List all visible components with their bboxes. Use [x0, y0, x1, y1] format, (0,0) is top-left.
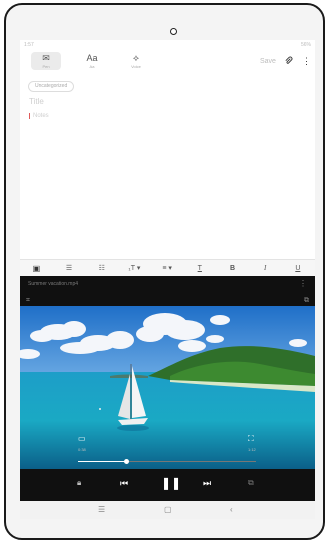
more-options-icon[interactable]: ⋮: [302, 56, 311, 67]
text-mode-icon: Aa: [86, 52, 98, 63]
total-duration: 1:12: [248, 447, 256, 452]
pause-icon[interactable]: ❚❚: [161, 476, 181, 490]
text-mode-label: Aa: [89, 63, 95, 69]
lock-icon[interactable]: 🔒︎: [77, 478, 81, 488]
navigation-bar: ☰ ▢ ‹: [20, 501, 315, 519]
text-color-icon[interactable]: T: [183, 265, 216, 272]
align-dropdown[interactable]: ≡ ▾: [151, 264, 184, 272]
popup-play-icon[interactable]: ⧉: [304, 297, 309, 305]
status-bar: 1:57 56%: [20, 40, 315, 50]
playback-controls: 🔒︎ ⏮︎ ❚❚ ⏭︎ ⧉: [20, 469, 315, 501]
pen-mode-label: Pen: [42, 63, 50, 69]
status-time: 1:57: [24, 42, 34, 48]
capture-icon[interactable]: ⌗: [26, 297, 30, 305]
font-size-dropdown[interactable]: ₁T ▾: [118, 264, 151, 272]
video-scene-image: [20, 306, 315, 469]
numbered-list-icon[interactable]: ☷: [85, 264, 118, 272]
category-chip[interactable]: Uncategorized: [28, 81, 75, 92]
text-mode-button[interactable]: Aa Aa: [77, 52, 107, 70]
rotate-icon[interactable]: ▭: [78, 434, 86, 443]
previous-icon[interactable]: ⏮︎: [120, 478, 128, 489]
front-camera: [170, 28, 177, 35]
fullscreen-icon[interactable]: ⛶: [248, 434, 254, 444]
bullet-list-icon[interactable]: ☰: [53, 264, 86, 272]
seek-progress: [78, 461, 127, 462]
format-toolbar: ▣ ☰ ☷ ₁T ▾ ≡ ▾ T B I U: [20, 259, 315, 276]
recent-apps-icon[interactable]: ☰: [98, 505, 105, 514]
notes-field[interactable]: Notes: [29, 113, 49, 119]
split-screen: 1:57 56% ✉ Pen Aa Aa ⟡ Voice Save ⋮ Unca…: [20, 40, 315, 519]
attach-icon[interactable]: [284, 56, 293, 67]
save-button[interactable]: Save: [260, 58, 276, 65]
video-title: Summer vacation.mp4: [28, 281, 79, 287]
video-player: Summer vacation.mp4 ⋮ ⌗ ⧉ ▭ ⛶ 0:38 1:12 …: [20, 276, 315, 501]
back-icon[interactable]: ‹: [230, 505, 233, 514]
seek-bar[interactable]: [78, 459, 256, 464]
seek-thumb[interactable]: [123, 459, 129, 464]
status-battery: 56%: [300, 42, 311, 48]
popup-view-icon[interactable]: ⧉: [248, 478, 254, 488]
underline-button[interactable]: U: [282, 265, 315, 272]
bold-button[interactable]: B: [216, 265, 249, 272]
pen-mode-button[interactable]: ✉ Pen: [31, 52, 61, 70]
next-icon[interactable]: ⏭︎: [203, 478, 211, 489]
video-frame[interactable]: [20, 306, 315, 469]
player-more-icon[interactable]: ⋮: [299, 279, 307, 288]
voice-mode-label: Voice: [131, 63, 141, 69]
notes-toolbar: ✉ Pen Aa Aa ⟡ Voice Save ⋮: [20, 50, 315, 74]
player-header: Summer vacation.mp4 ⋮: [20, 276, 315, 294]
voice-mode-icon: ⟡: [133, 52, 139, 63]
title-field[interactable]: Title: [29, 97, 44, 106]
elapsed-time: 0:38: [78, 447, 86, 452]
italic-button[interactable]: I: [249, 264, 282, 272]
checkbox-icon[interactable]: ▣: [20, 264, 53, 273]
voice-mode-button[interactable]: ⟡ Voice: [121, 52, 151, 70]
pen-mode-icon: ✉: [42, 52, 50, 63]
home-icon[interactable]: ▢: [164, 505, 172, 514]
